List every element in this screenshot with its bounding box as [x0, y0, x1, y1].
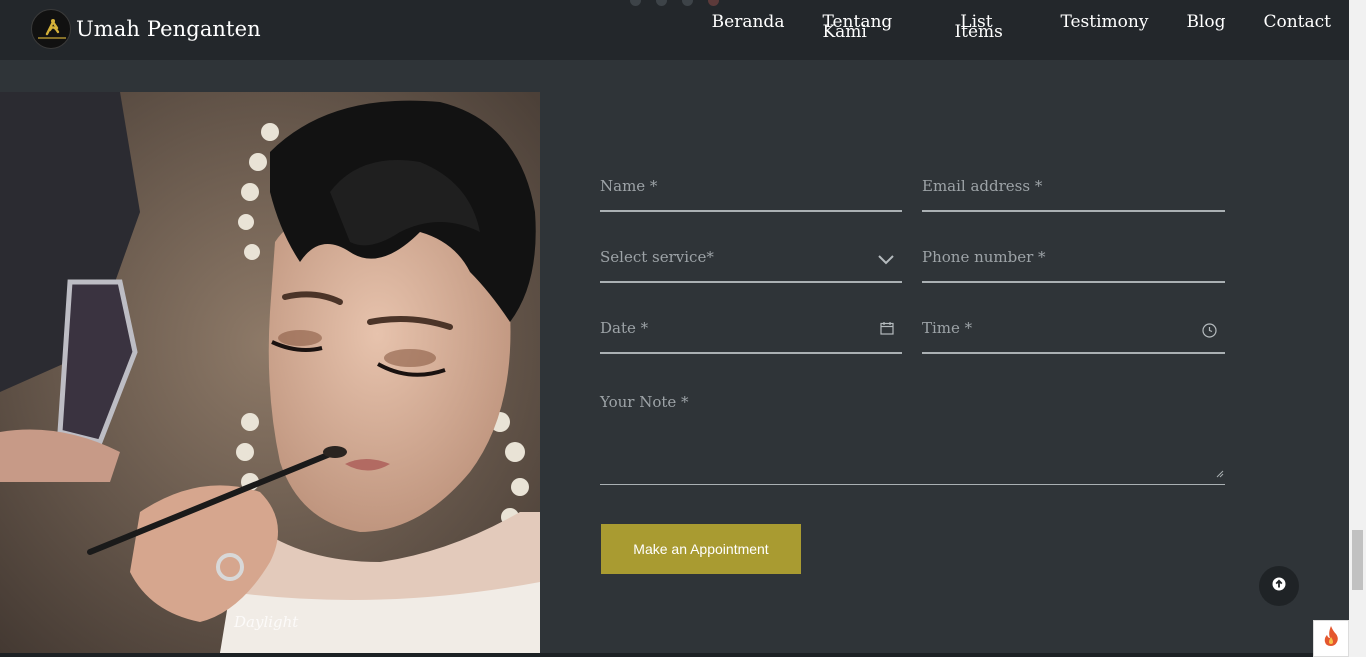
back-to-top-button[interactable]	[1259, 566, 1299, 606]
slider-dot[interactable]	[682, 0, 693, 6]
photo-watermark: Daylight	[234, 613, 299, 631]
clock-icon[interactable]	[1202, 323, 1217, 343]
brand-name: Umah Penganten	[76, 17, 261, 41]
name-field[interactable]: Name *	[600, 170, 902, 212]
slider-dot[interactable]	[656, 0, 667, 6]
scrollbar-thumb[interactable]	[1352, 530, 1363, 590]
resize-grip-icon[interactable]	[1216, 465, 1224, 483]
brand-logo	[31, 9, 71, 49]
email-field[interactable]: Email address *	[922, 170, 1225, 212]
email-placeholder: Email address *	[922, 177, 1043, 195]
fire-icon	[1322, 625, 1340, 652]
nav-list-line2: Items	[954, 22, 1003, 42]
calendar-icon[interactable]	[880, 321, 894, 340]
note-textarea[interactable]: Your Note *	[600, 388, 1225, 485]
main-nav: Beranda Tentang Kami List Items Testimon…	[674, 14, 1331, 42]
corner-widget[interactable]	[1313, 620, 1349, 657]
nav-testimony[interactable]: Testimony	[1060, 14, 1148, 31]
nav-list-items[interactable]: List Items	[954, 14, 1003, 42]
service-placeholder: Select service*	[600, 248, 714, 266]
arrow-up-circle-icon	[1272, 577, 1286, 596]
service-select[interactable]: Select service*	[600, 241, 902, 283]
note-placeholder: Your Note *	[600, 393, 689, 411]
footer-edge	[0, 653, 1349, 657]
make-appointment-button[interactable]: Make an Appointment	[601, 524, 801, 574]
nav-blog[interactable]: Blog	[1186, 14, 1225, 31]
nav-beranda[interactable]: Beranda	[712, 14, 785, 31]
time-placeholder: Time *	[922, 319, 973, 337]
phone-field[interactable]: Phone number *	[922, 241, 1225, 283]
name-placeholder: Name *	[600, 177, 658, 195]
nav-tentang-kami[interactable]: Tentang Kami	[822, 14, 892, 41]
bride-makeup-photo	[0, 92, 540, 653]
site-header: Umah Penganten Beranda Tentang Kami List…	[0, 0, 1349, 60]
slider-dots	[630, 0, 719, 6]
slider-dot[interactable]	[630, 0, 641, 6]
date-placeholder: Date *	[600, 319, 649, 337]
slider-dot-active[interactable]	[708, 0, 719, 6]
brand-link[interactable]: Umah Penganten	[31, 9, 261, 49]
date-field[interactable]: Date *	[600, 312, 902, 354]
nav-contact[interactable]: Contact	[1263, 14, 1331, 31]
time-field[interactable]: Time *	[922, 312, 1225, 354]
phone-placeholder: Phone number *	[922, 248, 1046, 266]
chevron-down-icon	[878, 252, 894, 270]
